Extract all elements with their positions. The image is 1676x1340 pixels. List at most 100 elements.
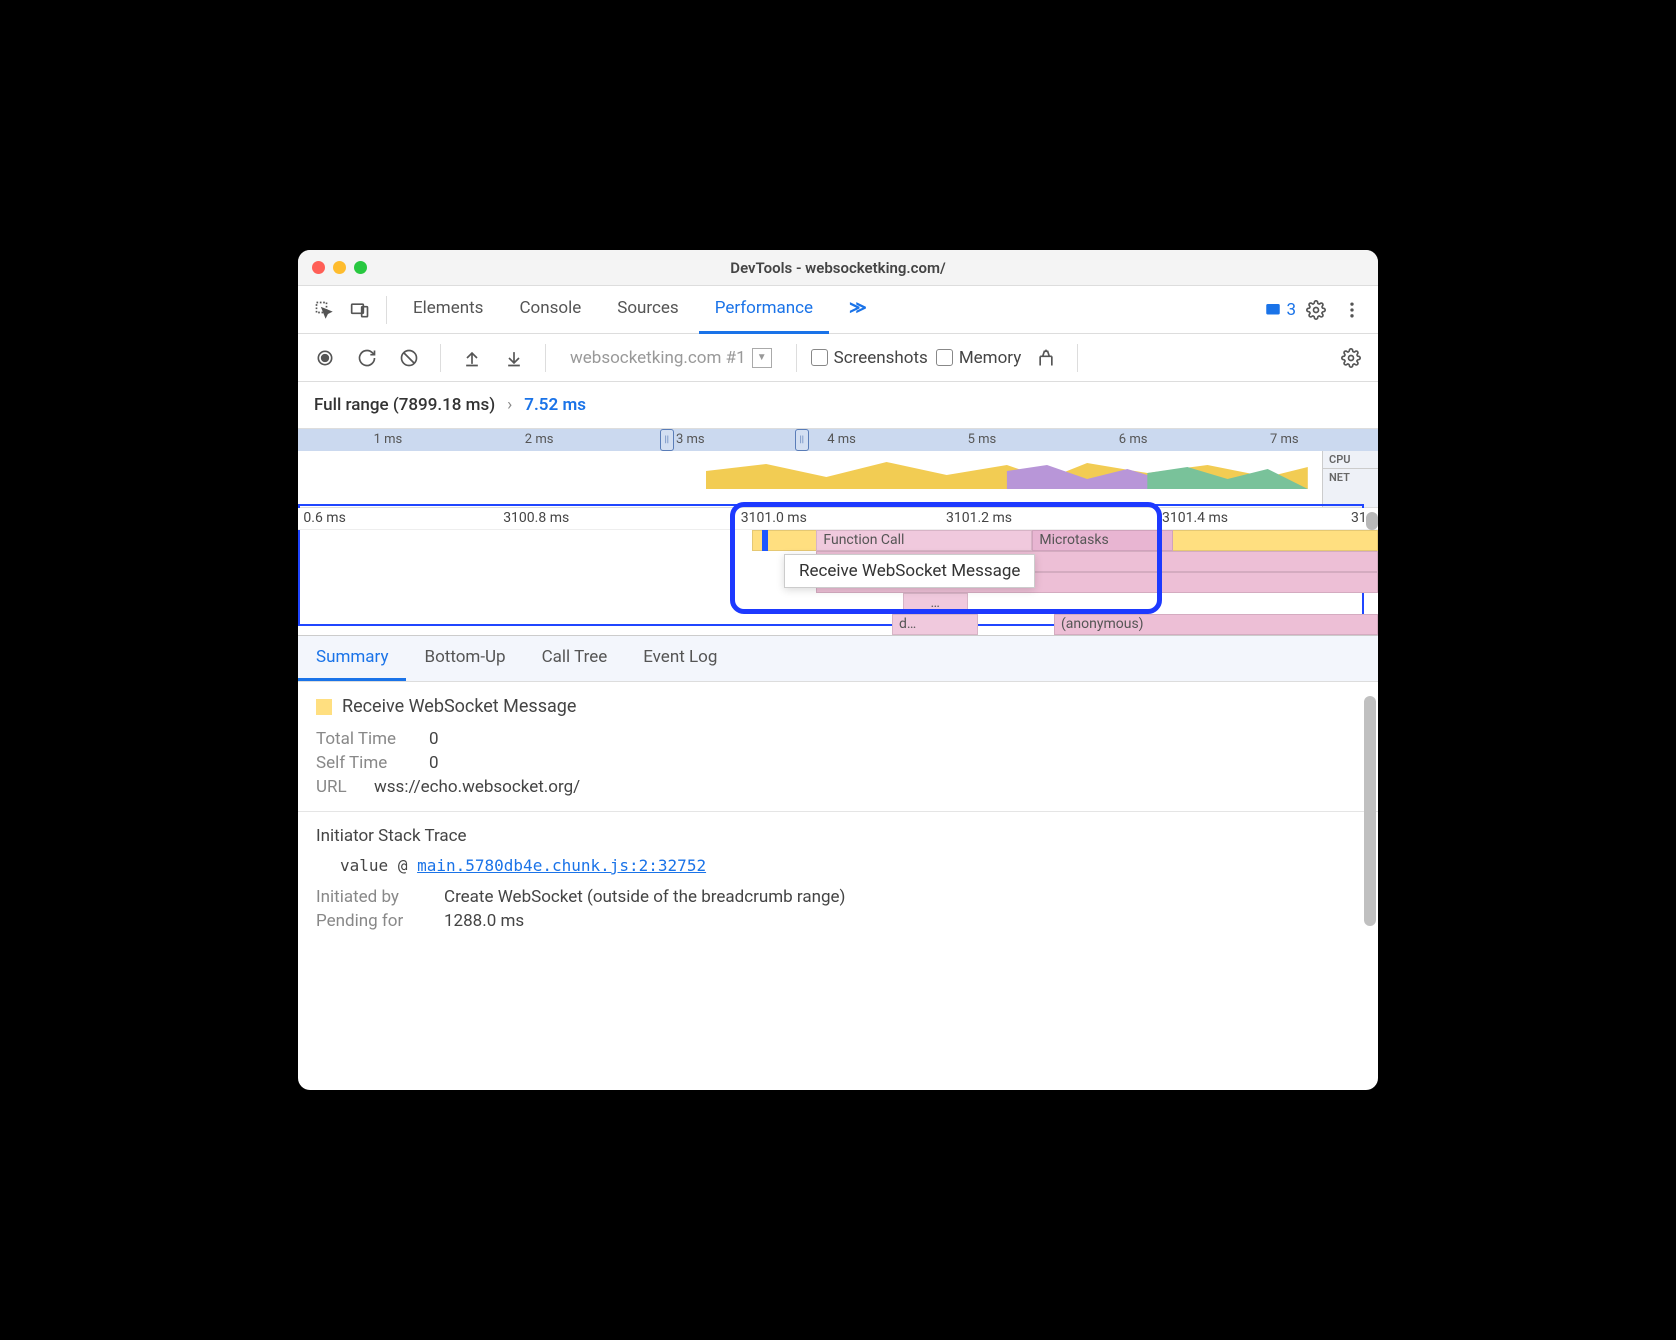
recording-select-label: websocketking.com #1 bbox=[570, 348, 746, 368]
screenshots-label: Screenshots bbox=[834, 348, 928, 368]
panel-tabs: Elements Console Sources Performance ≫ 3 bbox=[298, 286, 1378, 334]
divider bbox=[298, 811, 1378, 812]
flame-bar-function-call[interactable]: Function Call bbox=[816, 530, 1032, 551]
total-time-label: Total Time bbox=[316, 729, 411, 749]
window-title: DevTools - websocketking.com/ bbox=[730, 259, 945, 277]
stack-frame: value @ main.5780db4e.chunk.js:2:32752 bbox=[316, 856, 1360, 875]
tab-summary[interactable]: Summary bbox=[298, 636, 406, 681]
memory-label: Memory bbox=[959, 348, 1021, 368]
event-color-swatch bbox=[316, 699, 332, 715]
flame-bar-truncated[interactable]: … bbox=[903, 593, 968, 614]
scrollbar-thumb[interactable] bbox=[1366, 512, 1378, 530]
tab-performance[interactable]: Performance bbox=[699, 286, 829, 334]
stack-frame-link[interactable]: main.5780db4e.chunk.js:2:32752 bbox=[417, 856, 706, 875]
ruler-tick: 0.6 ms bbox=[303, 510, 345, 526]
clear-icon[interactable] bbox=[392, 341, 426, 375]
reload-record-icon[interactable] bbox=[350, 341, 384, 375]
device-toolbar-icon[interactable] bbox=[344, 294, 376, 326]
divider bbox=[545, 344, 546, 372]
record-icon[interactable] bbox=[308, 341, 342, 375]
url-label: URL bbox=[316, 777, 356, 797]
ruler-tick: 6 ms bbox=[1119, 432, 1148, 447]
ruler-tick: 31 bbox=[1351, 510, 1367, 526]
overview-track-labels: CPU NET bbox=[1322, 451, 1378, 507]
stack-frame-func: value bbox=[340, 856, 388, 875]
summary-event-title: Receive WebSocket Message bbox=[316, 696, 1360, 717]
minimize-window-button[interactable] bbox=[333, 261, 346, 274]
tab-elements[interactable]: Elements bbox=[397, 286, 499, 334]
pending-for-value: 1288.0 ms bbox=[444, 911, 524, 931]
tab-event-log[interactable]: Event Log bbox=[625, 636, 735, 681]
checkbox-icon bbox=[936, 349, 953, 366]
ruler-tick: 4 ms bbox=[827, 432, 856, 447]
window-controls bbox=[312, 250, 367, 285]
summary-panel: Receive WebSocket Message Total Time 0 S… bbox=[298, 682, 1378, 1090]
ruler-tick: 3101.0 ms bbox=[741, 510, 807, 526]
ruler-tick: 7 ms bbox=[1270, 432, 1299, 447]
download-profile-icon[interactable] bbox=[497, 341, 531, 375]
inspect-element-icon[interactable] bbox=[308, 294, 340, 326]
breadcrumb-selected-range[interactable]: 7.52 ms bbox=[524, 395, 586, 415]
url-value: wss://echo.websocket.org/ bbox=[374, 777, 580, 797]
breadcrumb-full-range[interactable]: Full range (7899.18 ms) bbox=[314, 395, 495, 415]
devtools-window: DevTools - websocketking.com/ Elements C… bbox=[298, 250, 1378, 1090]
chevron-right-icon: › bbox=[507, 395, 512, 415]
ruler-tick: 3101.2 ms bbox=[946, 510, 1012, 526]
collect-garbage-icon[interactable] bbox=[1029, 341, 1063, 375]
selection-handle-left[interactable]: || bbox=[660, 429, 674, 451]
issues-button[interactable]: 3 bbox=[1264, 300, 1296, 320]
flame-rows: Function Call Microtasks … d… (anonymous… bbox=[298, 530, 1378, 636]
timeline-overview[interactable]: 1 ms 2 ms 3 ms 4 ms 5 ms 6 ms 7 ms || ||… bbox=[298, 428, 1378, 508]
self-time-value: 0 bbox=[429, 753, 439, 773]
cpu-silhouette bbox=[706, 459, 1308, 489]
chevron-down-icon: ▼ bbox=[752, 348, 772, 368]
flame-bar-microtasks[interactable]: Microtasks bbox=[1032, 530, 1172, 551]
flame-chart[interactable]: 0.6 ms 3100.8 ms 3101.0 ms 3101.2 ms 310… bbox=[298, 508, 1378, 636]
settings-icon[interactable] bbox=[1300, 294, 1332, 326]
capture-settings-icon[interactable] bbox=[1334, 341, 1368, 375]
pending-for-label: Pending for bbox=[316, 911, 426, 931]
flame-tooltip: Receive WebSocket Message bbox=[784, 554, 1035, 588]
issues-count: 3 bbox=[1286, 300, 1296, 320]
zoom-window-button[interactable] bbox=[354, 261, 367, 274]
ruler-tick: 2 ms bbox=[525, 432, 554, 447]
memory-checkbox[interactable]: Memory bbox=[936, 348, 1021, 368]
stack-frame-sep: @ bbox=[398, 856, 408, 875]
tab-sources[interactable]: Sources bbox=[601, 286, 694, 334]
scrollbar-thumb[interactable] bbox=[1364, 696, 1376, 926]
ruler-tick: 5 ms bbox=[968, 432, 997, 447]
titlebar: DevTools - websocketking.com/ bbox=[298, 250, 1378, 286]
initiated-by-label: Initiated by bbox=[316, 887, 426, 907]
net-track-label: NET bbox=[1323, 468, 1378, 486]
divider bbox=[1077, 344, 1078, 372]
upload-profile-icon[interactable] bbox=[455, 341, 489, 375]
divider bbox=[440, 344, 441, 372]
screenshots-checkbox[interactable]: Screenshots bbox=[811, 348, 928, 368]
tab-call-tree[interactable]: Call Tree bbox=[524, 636, 626, 681]
total-time-value: 0 bbox=[429, 729, 439, 749]
more-icon[interactable] bbox=[1336, 294, 1368, 326]
flame-ruler: 0.6 ms 3100.8 ms 3101.0 ms 3101.2 ms 310… bbox=[298, 508, 1378, 530]
breadcrumb: Full range (7899.18 ms) › 7.52 ms bbox=[298, 382, 1378, 428]
flame-selection-marker bbox=[762, 530, 768, 551]
flame-bar-d[interactable]: d… bbox=[892, 614, 978, 635]
ruler-tick: 3100.8 ms bbox=[503, 510, 569, 526]
performance-toolbar: websocketking.com #1 ▼ Screenshots Memor… bbox=[298, 334, 1378, 382]
recording-select[interactable]: websocketking.com #1 ▼ bbox=[560, 348, 782, 368]
event-name: Receive WebSocket Message bbox=[342, 696, 576, 717]
tab-bottom-up[interactable]: Bottom-Up bbox=[406, 636, 523, 681]
divider bbox=[386, 296, 387, 324]
cpu-track-label: CPU bbox=[1323, 451, 1378, 468]
flame-bar-anonymous[interactable]: (anonymous) bbox=[1054, 614, 1378, 635]
close-window-button[interactable] bbox=[312, 261, 325, 274]
stack-trace-title: Initiator Stack Trace bbox=[316, 826, 1360, 846]
tabs-overflow-button[interactable]: ≫ bbox=[833, 286, 883, 334]
tab-console[interactable]: Console bbox=[503, 286, 597, 334]
detail-tabs: Summary Bottom-Up Call Tree Event Log bbox=[298, 636, 1378, 682]
selection-handle-right[interactable]: || bbox=[795, 429, 809, 451]
divider bbox=[796, 344, 797, 372]
overview-ruler: 1 ms 2 ms 3 ms 4 ms 5 ms 6 ms 7 ms || || bbox=[298, 429, 1378, 451]
ruler-tick: 3 ms bbox=[676, 432, 705, 447]
ruler-tick: 3101.4 ms bbox=[1162, 510, 1228, 526]
overview-body bbox=[298, 451, 1318, 489]
